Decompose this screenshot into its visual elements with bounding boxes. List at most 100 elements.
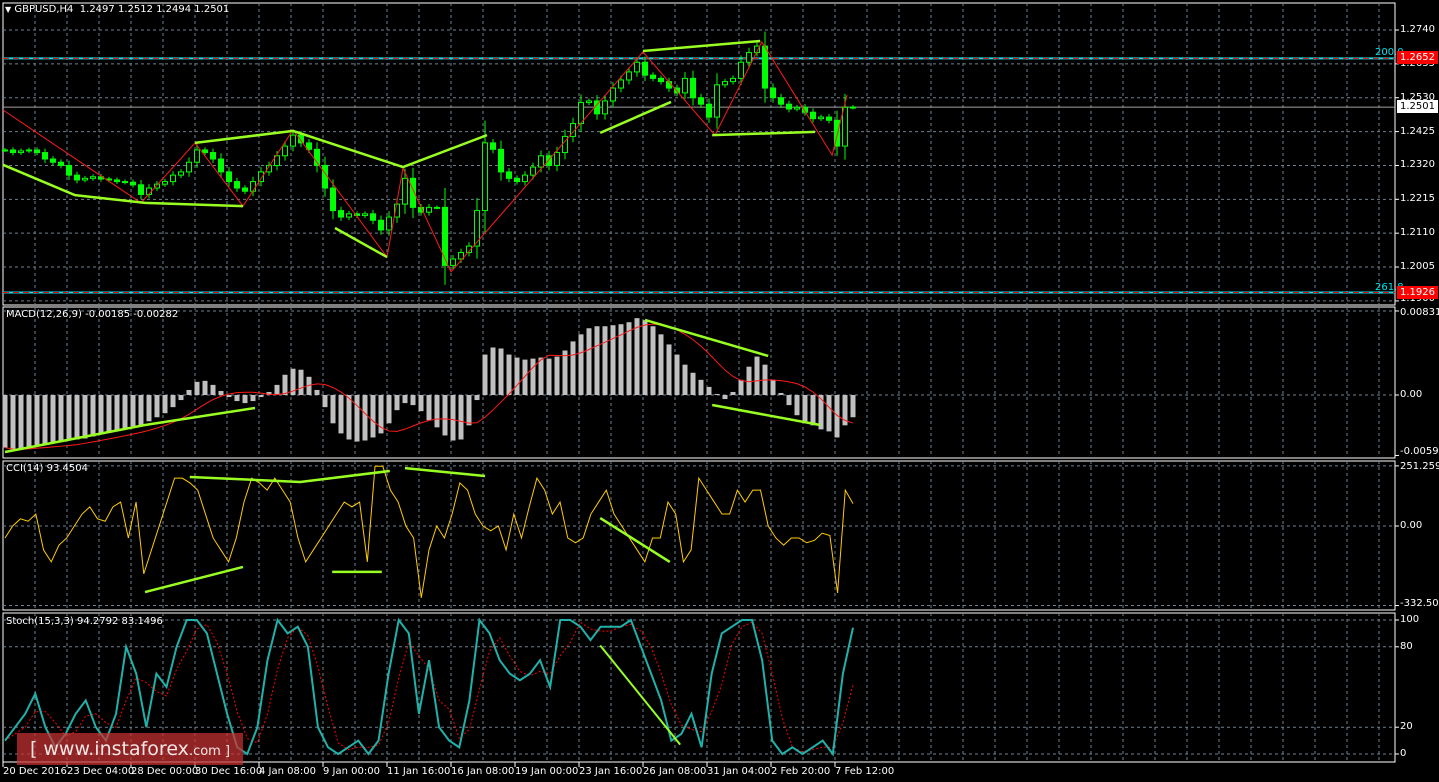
macd-histogram-bar [522,359,528,395]
macd-histogram-bar [298,369,304,395]
macd-histogram-bar [42,395,48,445]
macd-histogram-bar [722,395,728,400]
macd-histogram-bar [418,395,424,412]
y-tick-label: 100 [1400,614,1420,625]
macd-histogram-bar [586,328,592,395]
macd-histogram-bar [482,354,488,395]
x-tick-label: 30 Dec 16:00 [195,766,263,777]
candle-bear [130,181,136,186]
macd-histogram-bar [66,395,72,441]
macd-histogram-bar [530,358,536,395]
zigzag-line [2,40,848,273]
macd-histogram-bar [106,395,112,433]
y-tick-label: 0.00831 [1400,307,1439,318]
macd-histogram-bar [426,395,432,421]
candle-bear [810,111,816,120]
candle-bear [210,152,216,160]
cci-title: CCI(14) 93.4504 [6,463,88,474]
y-tick-label: 251.2593 [1400,461,1439,472]
macd-histogram-bar [802,395,808,422]
candle-bear [202,149,208,154]
macd-histogram-bar [114,395,120,431]
candle-bear [690,77,696,99]
macd-histogram-bar [594,326,600,395]
candle-bear [786,103,792,110]
macd-histogram-bar [58,395,64,442]
macd-histogram-bar [554,356,560,395]
trendline [599,644,681,746]
macd-histogram-bar [570,341,576,395]
macd-histogram-bar [330,395,336,424]
candle-bear [138,184,144,195]
macd-histogram-bar [282,374,288,395]
macd-histogram-bar [226,395,232,398]
y-tick-label: 1.2320 [1400,159,1435,171]
x-tick-label: 28 Dec 00:00 [131,766,199,777]
trendline [144,565,244,594]
x-tick-label: 23 Dec 04:00 [67,766,135,777]
candle-bull [618,79,624,89]
candle-bear [826,116,832,121]
macd-histogram-bar [138,395,144,426]
macd-histogram-bar [730,391,736,395]
trendline [712,130,816,137]
macd-histogram-bar [322,395,328,408]
level-price-tag: 1.2652 [1397,51,1438,65]
trendline [194,129,488,169]
macd-histogram-bar [74,395,80,440]
macd-histogram-bar [714,393,720,395]
macd-histogram-bar [546,358,552,395]
candle-bull [682,77,688,94]
candle-bull [850,106,856,109]
macd-histogram-bar [314,389,320,395]
macd-histogram-bar [434,395,440,428]
y-tick-label: 0.00 [1400,389,1423,400]
candle-bear [514,177,520,183]
candle-bull [554,152,560,166]
x-tick-label: 26 Jan 08:00 [643,766,707,777]
macd-histogram-bar [178,395,184,401]
candle-bull [714,84,720,118]
macd-title: MACD(12,26,9) -0.00185 -0.00282 [6,309,179,320]
candle-bear [226,171,232,183]
candle-bear [338,210,344,218]
macd-histogram-bar [250,395,256,402]
macd-histogram-bar [698,379,704,395]
candle-bear [58,161,64,166]
macd-histogram-bar [218,390,224,395]
trendline [334,226,388,259]
candle-bull [586,100,592,104]
macd-histogram-bar [610,325,616,395]
macd-histogram-bar [674,354,680,395]
y-tick-label: 20 [1400,721,1413,733]
macd-histogram-bar [826,395,832,432]
triangle-down-icon[interactable]: ▼ [5,5,11,14]
macd-histogram-bar [10,395,16,451]
macd-histogram-bar [466,395,472,426]
macd-histogram-bar [474,395,480,401]
y-tick-label: 1.2215 [1400,193,1435,205]
macd-histogram-bar [450,395,456,441]
candle-bull [602,100,608,115]
x-tick-label: 9 Jan 00:00 [323,766,380,777]
macd-histogram-bar [850,395,856,418]
y-tick-label: 80 [1400,640,1413,652]
candle-bear [642,61,648,76]
candle-bull [610,87,616,102]
candle-bull [722,81,728,86]
candle-bull [186,161,192,173]
x-tick-label: 7 Feb 12:00 [835,766,895,777]
macd-histogram-bar [666,344,672,395]
candle-bull [738,61,744,79]
candle-bull [426,206,432,213]
macd-histogram-bar [82,395,88,439]
macd-histogram-bar [234,395,240,402]
current-price-tag: 1.2501 [1397,100,1438,114]
candle-bull [362,213,368,216]
candle-bear [74,174,80,181]
candle-bear [114,179,120,183]
macd-histogram-bar [794,395,800,416]
y-tick-label: 0 [1400,748,1407,759]
trendline [189,469,390,484]
candle-bull [178,171,184,176]
